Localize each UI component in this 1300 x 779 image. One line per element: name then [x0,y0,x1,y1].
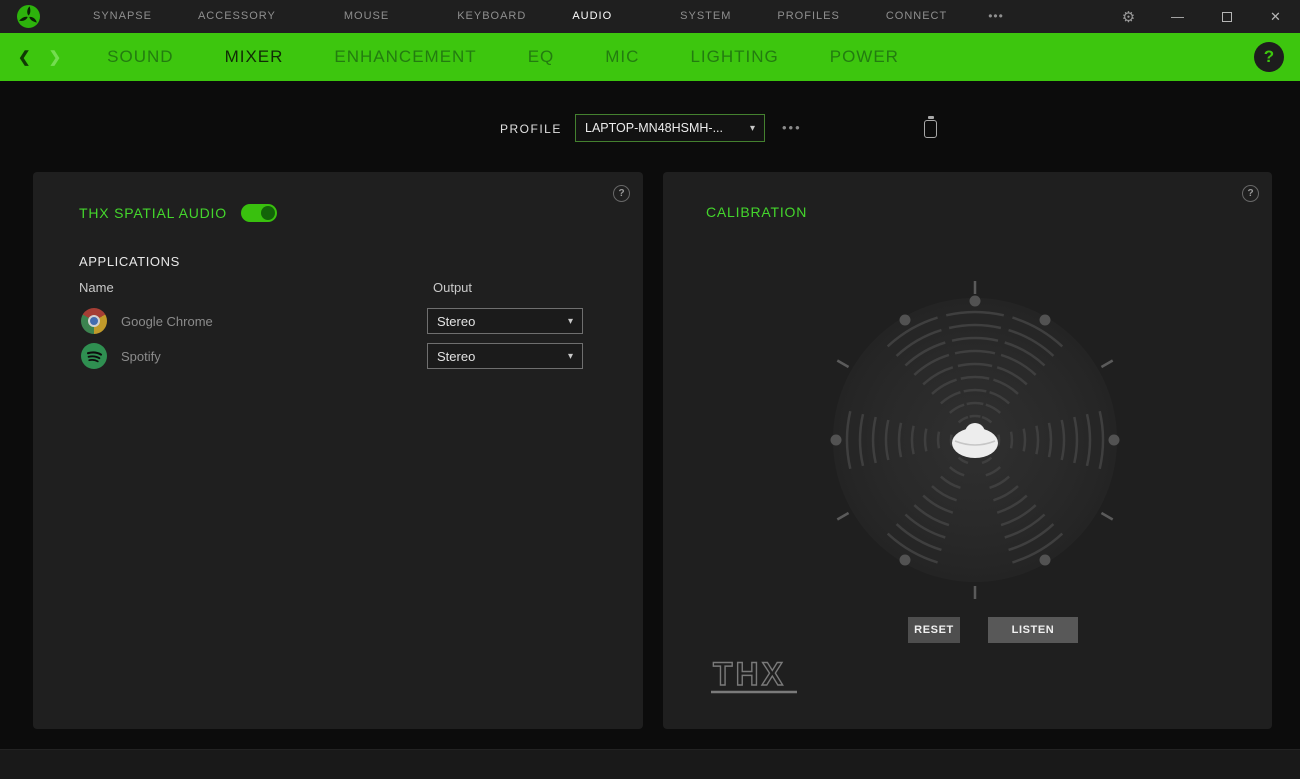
menu-item-accessory[interactable]: ACCESSORY [175,0,299,33]
chevron-down-icon: ▾ [744,123,755,134]
app-row-spotify: Spotify Stereo ▾ [79,339,619,373]
chrome-icon [81,308,107,334]
menu-more-icon[interactable]: ••• [970,0,1022,33]
menu-item-mouse[interactable]: MOUSE [321,0,412,33]
spatial-panel-title: THX SPATIAL AUDIO [79,205,227,221]
close-button[interactable]: ✕ [1251,0,1300,33]
calibration-buttons: RESET LISTEN [908,617,1078,643]
app-name: Spotify [121,349,161,364]
audio-subnav: ❮ ❯ SOUND MIXER ENHANCEMENT EQ MIC LIGHT… [0,33,1300,81]
calibration-dial [810,275,1140,605]
tab-mic[interactable]: MIC [605,47,639,67]
menu-item-keyboard[interactable]: KEYBOARD [434,0,549,33]
profile-bar: PROFILE LAPTOP-MN48HSMH-... ▾ ••• [0,114,1300,142]
panel-help-icon[interactable]: ? [1242,185,1259,202]
chrome-icon-core [88,315,100,327]
column-header-name: Name [79,280,114,295]
maximize-button[interactable] [1202,0,1251,33]
menu-item-audio[interactable]: AUDIO [549,0,635,33]
bottom-bar [0,749,1300,779]
menu-item-system[interactable]: SYSTEM [657,0,754,33]
output-dropdown-chrome[interactable]: Stereo ▾ [427,308,583,334]
menu-item-connect[interactable]: CONNECT [863,0,970,33]
profile-more-button[interactable]: ••• [782,120,802,135]
minimize-button[interactable]: — [1153,0,1202,33]
output-dropdown-value: Stereo [437,349,475,364]
listen-button[interactable]: LISTEN [988,617,1078,643]
thx-spatial-audio-panel: ? THX SPATIAL AUDIO APPLICATIONS Name Ou… [33,172,643,729]
menu-item-synapse[interactable]: SYNAPSE [70,0,175,33]
razer-logo-icon[interactable] [17,5,40,28]
titlebar: SYNAPSE ACCESSORY MOUSE KEYBOARD AUDIO S… [0,0,1300,33]
chevron-down-icon: ▾ [562,316,573,327]
nav-back-chevron-icon[interactable]: ❮ [12,42,37,72]
chevron-down-icon: ▾ [562,351,573,362]
thx-spatial-toggle[interactable] [241,204,277,222]
maximize-icon [1222,12,1232,22]
app-row-chrome: Google Chrome Stereo ▾ [79,304,619,338]
tab-enhancement[interactable]: ENHANCEMENT [334,47,476,67]
applications-label: APPLICATIONS [79,254,180,269]
toggle-knob [261,206,275,220]
window-controls: ⚙ — ✕ [1104,0,1300,33]
output-dropdown-value: Stereo [437,314,475,329]
output-dropdown-spotify[interactable]: Stereo ▾ [427,343,583,369]
spotify-icon [81,343,107,369]
help-button[interactable]: ? [1254,42,1284,72]
calibration-panel: ? CALIBRATION [663,172,1272,729]
column-header-output: Output [433,280,472,295]
tab-mixer[interactable]: MIXER [225,47,284,67]
menu-item-profiles[interactable]: PROFILES [754,0,862,33]
nav-forward-chevron-icon[interactable]: ❯ [43,42,68,72]
reset-button[interactable]: RESET [908,617,960,643]
panel-help-icon[interactable]: ? [613,185,630,202]
tab-sound[interactable]: SOUND [107,47,173,67]
profile-label: PROFILE [500,122,562,136]
battery-icon [924,120,937,138]
subnav-tabs: SOUND MIXER ENHANCEMENT EQ MIC LIGHTING … [107,47,899,67]
tab-lighting[interactable]: LIGHTING [690,47,778,67]
thx-logo: THX [709,654,809,698]
settings-gear-icon[interactable]: ⚙ [1104,0,1153,33]
profile-dropdown[interactable]: LAPTOP-MN48HSMH-... ▾ [575,114,765,142]
thx-logo-text: THX [713,656,786,692]
top-menu: SYNAPSE ACCESSORY MOUSE KEYBOARD AUDIO S… [70,0,1022,33]
app-name: Google Chrome [121,314,213,329]
tab-power[interactable]: POWER [830,47,899,67]
tab-eq[interactable]: EQ [528,47,555,67]
profile-dropdown-value: LAPTOP-MN48HSMH-... [585,121,723,135]
calibration-panel-title: CALIBRATION [706,204,807,220]
spatial-title-row: THX SPATIAL AUDIO [79,204,277,222]
